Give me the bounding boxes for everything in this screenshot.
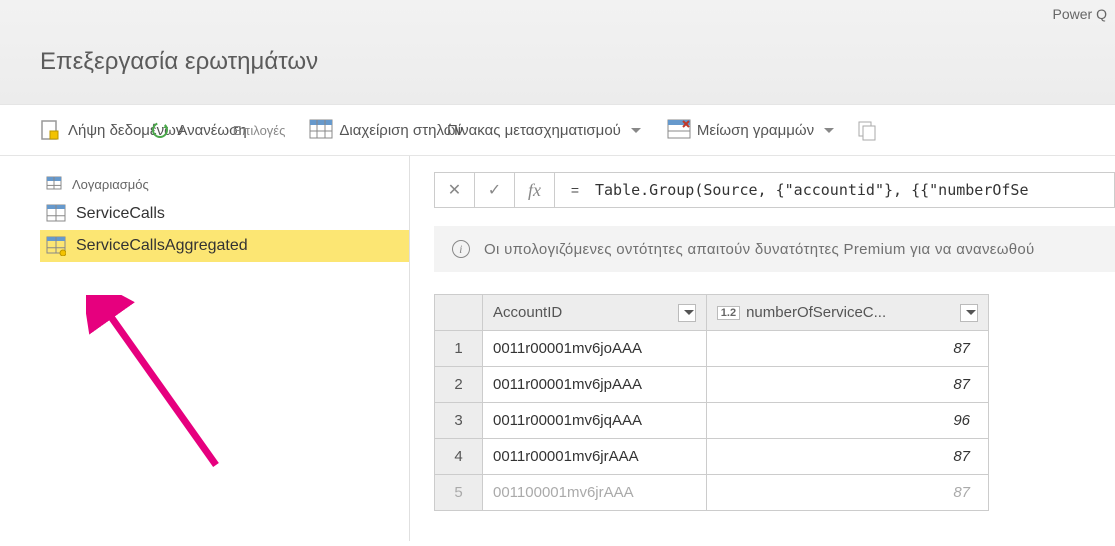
query-label: ServiceCallsAggregated bbox=[76, 237, 248, 255]
rows-icon bbox=[667, 119, 691, 141]
chevron-down-icon bbox=[631, 128, 641, 133]
cell-accountid[interactable]: 0011r00001mv6jpAAA bbox=[483, 367, 707, 403]
info-icon: i bbox=[452, 240, 470, 258]
cell-accountid[interactable]: 0011r00001mv6joAAA bbox=[483, 331, 707, 367]
commit-button[interactable]: ✓ bbox=[475, 173, 515, 207]
warning-text: Οι υπολογιζόμενες οντότητες απαιτούν δυν… bbox=[484, 241, 1035, 258]
table-row[interactable]: 10011r00001mv6joAAA87 bbox=[435, 331, 989, 367]
transform-table-button[interactable]: Πίνακας μετασχηματισμού bbox=[447, 122, 641, 139]
query-label: ServiceCalls bbox=[76, 205, 165, 223]
warning-bar: i Οι υπολογιζόμενες οντότητες απαιτούν δ… bbox=[434, 226, 1115, 272]
table-icon bbox=[309, 119, 333, 141]
header: Power Q Επεξεργασία ερωτημάτων bbox=[0, 0, 1115, 105]
refresh-icon bbox=[149, 119, 171, 141]
app-brand: Power Q bbox=[1053, 6, 1107, 22]
toolbar: Λήψη δεδομένων Ανανέωση Επιλογές Διαχείρ… bbox=[0, 105, 1115, 156]
chevron-down-icon bbox=[684, 310, 694, 315]
column-filter-button[interactable] bbox=[678, 304, 696, 322]
row-index: 4 bbox=[435, 439, 483, 475]
transform-table-label: Πίνακας μετασχηματισμού bbox=[447, 122, 621, 139]
table-icon bbox=[46, 176, 62, 192]
content: ✕ ✓ fx = Table.Group(Source, {"accountid… bbox=[410, 156, 1115, 541]
data-icon bbox=[40, 119, 62, 141]
table-row[interactable]: 30011r00001mv6jqAAA96 bbox=[435, 403, 989, 439]
cell-number[interactable]: 96 bbox=[706, 403, 988, 439]
cell-number[interactable]: 87 bbox=[706, 367, 988, 403]
reduce-rows-label: Μείωση γραμμών bbox=[697, 122, 814, 139]
equals-label: = bbox=[555, 182, 595, 198]
manage-columns-label: Διαχείριση στηλών bbox=[339, 122, 463, 139]
data-table: AccountID 1.2 numberOfServiceC... bbox=[434, 294, 989, 511]
check-icon: ✓ bbox=[488, 180, 501, 200]
fx-button[interactable]: fx bbox=[515, 173, 555, 207]
cell-accountid[interactable]: 0011r00001mv6jrAAA bbox=[483, 439, 707, 475]
row-index: 5 bbox=[435, 475, 483, 511]
column-name: AccountID bbox=[493, 304, 562, 321]
options-label: Επιλογές bbox=[233, 123, 286, 138]
row-index: 2 bbox=[435, 367, 483, 403]
formula-input[interactable]: Table.Group(Source, {"accountid"}, {{"nu… bbox=[595, 181, 1114, 199]
table-row[interactable]: 5001100001mv6jrAAA87 bbox=[435, 475, 989, 511]
copy-icon bbox=[856, 119, 878, 141]
column-filter-button[interactable] bbox=[960, 304, 978, 322]
query-item[interactable]: ServiceCallsAggregated bbox=[40, 230, 409, 262]
chevron-down-icon bbox=[966, 310, 976, 315]
main: Λογαριασμός ServiceCalls ServiceCallsAggre… bbox=[0, 156, 1115, 541]
corner-cell bbox=[435, 295, 483, 331]
page-title: Επεξεργασία ερωτημάτων bbox=[40, 0, 1075, 76]
column-header-accountid[interactable]: AccountID bbox=[483, 295, 707, 331]
cell-number[interactable]: 87 bbox=[706, 331, 988, 367]
reduce-rows-button[interactable]: Μείωση γραμμών bbox=[667, 119, 834, 141]
cell-number[interactable]: 87 bbox=[706, 439, 988, 475]
row-index: 3 bbox=[435, 403, 483, 439]
cancel-button[interactable]: ✕ bbox=[435, 173, 475, 207]
manage-columns-button[interactable]: Διαχείριση στηλών bbox=[309, 119, 463, 141]
table-icon bbox=[46, 204, 66, 224]
cell-number[interactable]: 87 bbox=[706, 475, 988, 511]
options-button[interactable]: Επιλογές bbox=[233, 123, 286, 138]
cell-accountid[interactable]: 0011r00001mv6jqAAA bbox=[483, 403, 707, 439]
column-header-numberofservicec[interactable]: 1.2 numberOfServiceC... bbox=[706, 295, 988, 331]
column-name: numberOfServiceC... bbox=[746, 304, 886, 321]
table-row[interactable]: 20011r00001mv6jpAAA87 bbox=[435, 367, 989, 403]
chevron-down-icon bbox=[824, 128, 834, 133]
query-item[interactable]: Λογαριασμός bbox=[40, 170, 409, 198]
fx-icon: fx bbox=[528, 180, 541, 201]
query-label: Λογαριασμός bbox=[72, 177, 149, 192]
query-item[interactable]: ServiceCalls bbox=[40, 198, 409, 230]
more-button[interactable] bbox=[856, 119, 878, 141]
queries-pane: Λογαριασμός ServiceCalls ServiceCallsAggre… bbox=[0, 156, 410, 541]
cell-accountid[interactable]: 001100001mv6jrAAA bbox=[483, 475, 707, 511]
x-icon: ✕ bbox=[448, 180, 461, 200]
table-row[interactable]: 40011r00001mv6jrAAA87 bbox=[435, 439, 989, 475]
type-icon: 1.2 bbox=[717, 306, 740, 320]
table-icon bbox=[46, 236, 66, 256]
formula-bar: ✕ ✓ fx = Table.Group(Source, {"accountid… bbox=[434, 172, 1115, 208]
row-index: 1 bbox=[435, 331, 483, 367]
